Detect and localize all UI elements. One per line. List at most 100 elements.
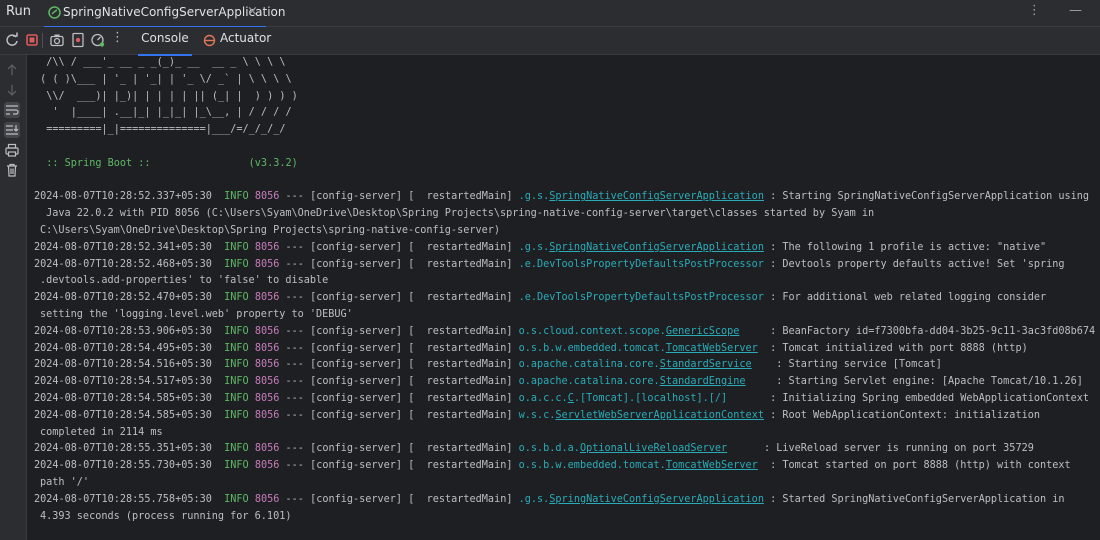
log-logger-link[interactable]: SpringNativeConfigServerApplication: [549, 494, 764, 505]
log-message: : Starting service [Tomcat]: [776, 359, 942, 371]
scroll-up-icon[interactable]: [4, 62, 20, 78]
log-message: : Starting SpringNativeConfigServerAppli…: [770, 191, 1090, 203]
dump-threads-icon[interactable]: [70, 32, 86, 48]
log-pid: 8056: [254, 191, 280, 203]
log-logger-prefix: o.s.b.d.a.: [518, 443, 580, 455]
log-pid: 8056: [254, 258, 280, 270]
log-logger-prefix: o.s.b.w.embedded.tomcat.: [518, 460, 666, 472]
log-logger-link[interactable]: SpringNativeConfigServerApplication: [549, 191, 764, 202]
log-logger-link[interactable]: TomcatWebServer: [666, 460, 758, 471]
tab-actuator[interactable]: Actuator: [220, 31, 271, 54]
log-pid: 8056: [254, 359, 280, 371]
log-message: : Initializing Spring embedded WebApplic…: [770, 393, 1090, 404]
log-line: 2024-08-07T10:28:54.585+05:30 INFO 8056 …: [34, 409, 1040, 423]
log-timestamp: 2024-08-07T10:28:52.470+05:30: [34, 292, 212, 304]
log-message: : The following 1 profile is active: "na…: [770, 241, 1047, 253]
log-message: : Tomcat started on port 8888 (http) wit…: [770, 460, 1071, 472]
tab-console[interactable]: Console: [138, 31, 192, 56]
log-line: 2024-08-07T10:28:52.341+05:30 INFO 8056 …: [34, 241, 1046, 255]
log-continuation: C:\Users\Syam\OneDrive\Desktop\Spring Pr…: [40, 225, 501, 236]
log-pid: 8056: [254, 460, 280, 472]
log-timestamp: 2024-08-07T10:28:54.516+05:30: [34, 359, 212, 371]
log-line: 2024-08-07T10:28:52.470+05:30 INFO 8056 …: [34, 291, 1046, 305]
spring-run-config-icon: [48, 6, 61, 19]
log-message: : Started SpringNativeConfigServerApplic…: [770, 493, 1065, 505]
log-line: 2024-08-07T10:28:55.758+05:30 INFO 8056 …: [34, 493, 1065, 507]
run-toolbar: ⋮ Console Actuator: [0, 27, 1100, 56]
tool-window-options-icon[interactable]: ⋮ —: [1028, 3, 1094, 18]
log-context: --- [config-server] [ restartedMain]: [285, 292, 513, 304]
scroll-to-end-icon[interactable]: [4, 122, 20, 138]
log-message: : Root WebApplicationContext: initializa…: [770, 409, 1040, 421]
log-pid: 8056: [254, 443, 280, 455]
camera-icon[interactable]: [49, 32, 65, 48]
log-pid: 8056: [254, 342, 280, 354]
log-timestamp: 2024-08-07T10:28:52.337+05:30: [34, 191, 212, 203]
log-context: --- [config-server] [ restartedMain]: [285, 191, 513, 203]
toolbar-separator: [42, 33, 43, 48]
actuator-icon: [203, 34, 216, 47]
log-logger-link[interactable]: ServletWebServerApplicationContext: [555, 410, 764, 421]
log-context: --- [config-server] [ restartedMain]: [285, 493, 513, 505]
log-message: : Devtools property defaults active! Set…: [770, 258, 1065, 270]
log-logger-link[interactable]: GenericScope: [666, 326, 740, 337]
log-line: 2024-08-07T10:28:55.351+05:30 INFO 8056 …: [34, 442, 1034, 456]
log-line: 2024-08-07T10:28:55.730+05:30 INFO 8056 …: [34, 459, 1071, 473]
log-pid: 8056: [254, 409, 280, 421]
log-level: INFO: [224, 292, 249, 304]
banner-line: :: Spring Boot :: (v3.3.2): [34, 157, 298, 169]
trash-icon[interactable]: [4, 162, 20, 178]
log-logger-link[interactable]: TomcatWebServer: [666, 343, 758, 354]
console-output[interactable]: /\\ / ___'_ __ _ _(_)_ __ __ _ \ \ \ \ (…: [34, 55, 1096, 540]
log-pid: 8056: [254, 325, 280, 337]
log-timestamp: 2024-08-07T10:28:52.341+05:30: [34, 241, 212, 253]
print-icon[interactable]: [4, 142, 20, 158]
log-context: --- [config-server] [ restartedMain]: [285, 460, 513, 472]
log-logger-prefix: w.s.c.: [518, 409, 556, 421]
log-level: INFO: [224, 325, 249, 337]
log-message: : Starting Servlet engine: [Apache Tomca…: [776, 376, 1083, 388]
soft-wrap-icon[interactable]: [4, 102, 20, 118]
log-line: 2024-08-07T10:28:54.516+05:30 INFO 8056 …: [34, 358, 942, 372]
log-level: INFO: [224, 376, 249, 388]
log-level: INFO: [224, 409, 249, 421]
rerun-icon[interactable]: [4, 32, 20, 48]
log-context: --- [config-server] [ restartedMain]: [285, 325, 513, 337]
log-timestamp: 2024-08-07T10:28:55.351+05:30: [34, 443, 212, 455]
log-line: 2024-08-07T10:28:52.337+05:30 INFO 8056 …: [34, 190, 1089, 204]
log-logger-link[interactable]: OptionalLiveReloadServer: [580, 443, 727, 454]
log-line: 2024-08-07T10:28:54.495+05:30 INFO 8056 …: [34, 342, 1028, 356]
log-timestamp: 2024-08-07T10:28:53.906+05:30: [34, 325, 212, 337]
log-timestamp: 2024-08-07T10:28:54.585+05:30: [34, 393, 212, 404]
log-continuation: 4.393 seconds (process running for 6.101…: [40, 510, 292, 522]
log-message: : BeanFactory id=f7300bfa-dd04-3b25-9c11…: [770, 325, 1096, 337]
log-pid: 8056: [254, 493, 280, 505]
log-logger-prefix: .g.s.: [518, 241, 550, 253]
scroll-down-icon[interactable]: [4, 82, 20, 98]
more-actions-icon[interactable]: ⋮: [111, 30, 124, 53]
banner-line: /\\ / ___'_ __ _ _(_)_ __ __ _ \ \ \ \: [34, 57, 286, 68]
tab-spring-native-config-server-application[interactable]: SpringNativeConfigServerApplication ×: [44, 0, 285, 28]
stop-icon[interactable]: [24, 32, 40, 48]
log-line: 2024-08-07T10:28:54.517+05:30 INFO 8056 …: [34, 375, 1083, 389]
log-level: INFO: [224, 443, 249, 455]
log-logger-link[interactable]: SpringNativeConfigServerApplication: [549, 242, 764, 253]
log-context: --- [config-server] [ restartedMain]: [285, 359, 513, 371]
log-logger-prefix: o.apache.catalina.core.: [518, 376, 660, 388]
close-tab-icon[interactable]: ×: [247, 4, 258, 19]
log-message: : For additional web related logging con…: [770, 292, 1047, 304]
log-line: 2024-08-07T10:28:52.468+05:30 INFO 8056 …: [34, 258, 1065, 272]
log-context: --- [config-server] [ restartedMain]: [285, 258, 513, 270]
log-pid: 8056: [254, 292, 280, 304]
log-logger-link[interactable]: StandardEngine: [660, 376, 746, 387]
log-timestamp: 2024-08-07T10:28:55.758+05:30: [34, 493, 212, 505]
log-logger-link[interactable]: StandardService: [660, 359, 752, 370]
log-level: INFO: [224, 493, 249, 505]
profiler-icon[interactable]: [90, 32, 106, 48]
log-context: --- [config-server] [ restartedMain]: [285, 393, 513, 404]
log-timestamp: 2024-08-07T10:28:54.495+05:30: [34, 342, 212, 354]
banner-line: ' |____| .__|_| |_|_| |_\__, | / / / /: [34, 107, 292, 119]
log-timestamp: 2024-08-07T10:28:55.730+05:30: [34, 460, 212, 472]
log-level: INFO: [224, 191, 249, 203]
log-continuation: setting the 'logging.level.web' property…: [40, 309, 353, 320]
